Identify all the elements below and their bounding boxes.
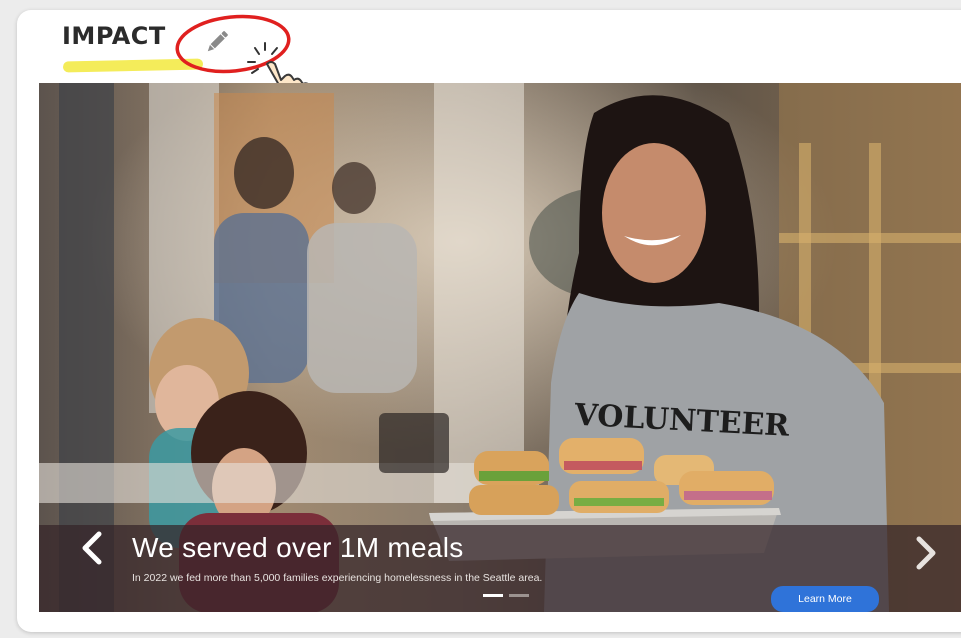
slide-title: We served over 1M meals bbox=[132, 532, 464, 563]
chevron-right-icon[interactable] bbox=[913, 535, 939, 571]
impact-card: IMPACT VOLUNTEER We served over 1M meals… bbox=[17, 10, 961, 632]
slide-description: In 2022 we fed more than 5,000 families … bbox=[132, 572, 543, 584]
card-header: IMPACT bbox=[17, 10, 961, 112]
chevron-left-icon[interactable] bbox=[79, 530, 105, 566]
carousel-dot-1[interactable] bbox=[483, 594, 503, 597]
carousel-dot-2[interactable] bbox=[509, 594, 529, 597]
learn-more-button[interactable]: Learn More bbox=[771, 586, 879, 612]
hero-carousel[interactable]: VOLUNTEER We served over 1M meals In 202… bbox=[39, 83, 961, 612]
page-title: IMPACT bbox=[62, 22, 166, 50]
